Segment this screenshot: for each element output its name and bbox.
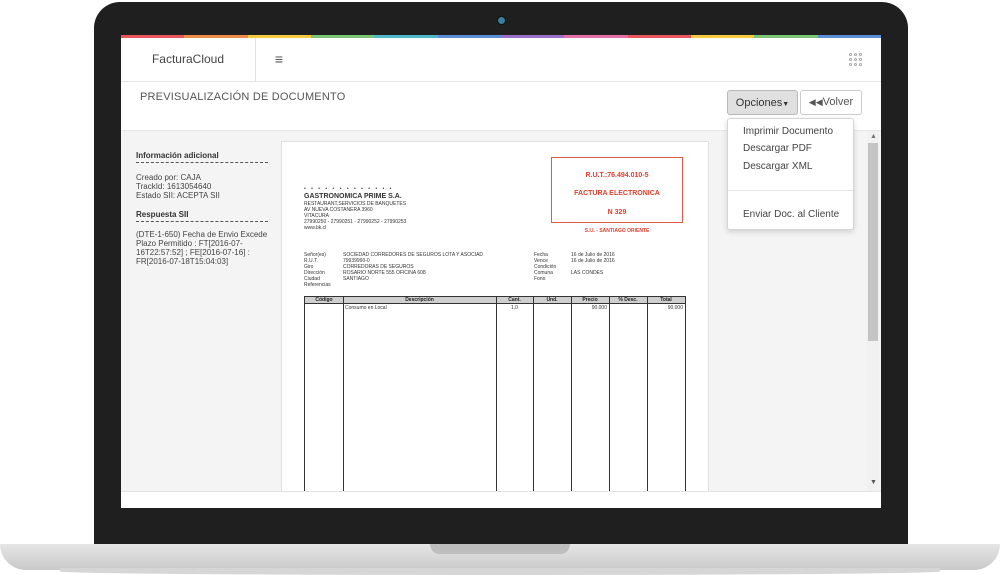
scrollbar[interactable]: ▲ ▼ [867, 131, 879, 491]
trackid: TrackId: 1613054640 [136, 182, 212, 191]
invoice-table: Código Descripción Cant. Und. Precio% Desc. T… [304, 296, 686, 497]
table-header-cell: Precio [571, 297, 609, 304]
table-header-cell: Descripción [343, 297, 496, 304]
rut-box: R.U.T.:76.494.010-5 FACTURA ELECTRONICA … [551, 157, 683, 223]
client-label: Referencias [304, 282, 331, 288]
page-title: PREVISUALIZACIÓN DE DOCUMENTO [140, 91, 346, 103]
sii-line: Plazo Permitido : FT[2016-07- [136, 239, 243, 248]
sii-heading: Respuesta SII [136, 210, 268, 222]
table-column-divider [609, 297, 610, 497]
meta-value: LAS CONDES [571, 270, 604, 276]
laptop-base-notch [430, 544, 570, 554]
table-column-divider [343, 297, 344, 497]
sii-line: (DTE-1-650) Fecha de Envio Excede [136, 230, 268, 239]
doc-type: FACTURA ELECTRONICA [574, 190, 660, 197]
meta-value: 16 de Julio de 2016 [571, 258, 615, 264]
opciones-button[interactable]: Opciones▼ [727, 90, 798, 115]
caret-down-icon: ▼ [782, 101, 790, 108]
opciones-label: Opciones [735, 97, 783, 109]
volver-button[interactable]: ◀◀Volver [800, 90, 862, 115]
company-web: www.bk.cl [304, 225, 327, 231]
brand-stamp: • • • • • • • • • • • • • [304, 186, 394, 192]
double-chevron-left-icon: ◀◀ [808, 97, 823, 107]
doc-number: N 329 [607, 209, 627, 216]
table-cell: 90.000 [591, 305, 607, 311]
table-header-cell: Total [647, 297, 685, 304]
opciones-dropdown-menu: Imprimir Documento Descargar PDF Descarg… [727, 118, 854, 230]
table-cell: 90.000 [667, 305, 683, 311]
app-screen: FacturaCloud ≡ PREVISUALIZACIÓN DE DOCUM… [121, 35, 881, 508]
estado-sii: Estado SII: ACEPTA SII [136, 191, 220, 200]
camera-dot [497, 16, 506, 25]
menu-item-enviar-cliente[interactable]: Enviar Doc. al Cliente [743, 209, 839, 220]
hamburger-icon[interactable]: ≡ [255, 38, 303, 81]
meta-label: Fono [534, 276, 546, 282]
scroll-down-icon[interactable]: ▼ [870, 479, 877, 486]
sii-office: S.I.I. - SANTIAGO ORIENTE [584, 228, 650, 234]
grid-dots-icon[interactable] [849, 53, 863, 67]
rut-label: R.U.T.:76.494.010-5 [585, 172, 649, 179]
table-column-divider [571, 297, 572, 497]
sii-line: FR[2016-07-18T15:04:03] [136, 257, 229, 266]
brand-logo[interactable]: FacturaCloud [121, 38, 256, 81]
client-value: SANTIAGO [343, 276, 369, 282]
menu-divider [728, 190, 853, 191]
info-sidebar: Información adicional Creado por: CAJA T… [136, 151, 276, 266]
footer-bar [121, 491, 881, 508]
table-cell: 1,0 [511, 305, 518, 311]
document-preview[interactable]: • • • • • • • • • • • • • GASTRONOMICA P… [281, 141, 709, 498]
created-by: Creado por: CAJA [136, 173, 201, 182]
table-cell: Consumo en Local [345, 305, 387, 311]
table-header-cell: Cant. [496, 297, 533, 304]
laptop-shadow [60, 568, 940, 575]
top-navbar: FacturaCloud ≡ [121, 38, 881, 82]
scroll-thumb[interactable] [868, 143, 878, 341]
menu-item-descargar-pdf[interactable]: Descargar PDF [743, 143, 812, 154]
table-column-divider [496, 297, 497, 497]
table-header-cell: % Desc. [609, 297, 647, 304]
volver-label: Volver [822, 96, 854, 108]
table-column-divider [647, 297, 648, 497]
table-header-cell: Código [305, 297, 343, 304]
info-heading: Información adicional [136, 151, 268, 163]
menu-item-imprimir[interactable]: Imprimir Documento [743, 126, 833, 137]
table-header-cell: Und. [533, 297, 571, 304]
sii-line: 16T22:57:52] ; FE[2016-07-16] : [136, 248, 250, 257]
menu-item-descargar-xml[interactable]: Descargar XML [743, 161, 812, 172]
table-column-divider [533, 297, 534, 497]
scroll-up-icon[interactable]: ▲ [870, 133, 877, 140]
company-name: GASTRONOMICA PRIME S.A. [304, 193, 402, 200]
